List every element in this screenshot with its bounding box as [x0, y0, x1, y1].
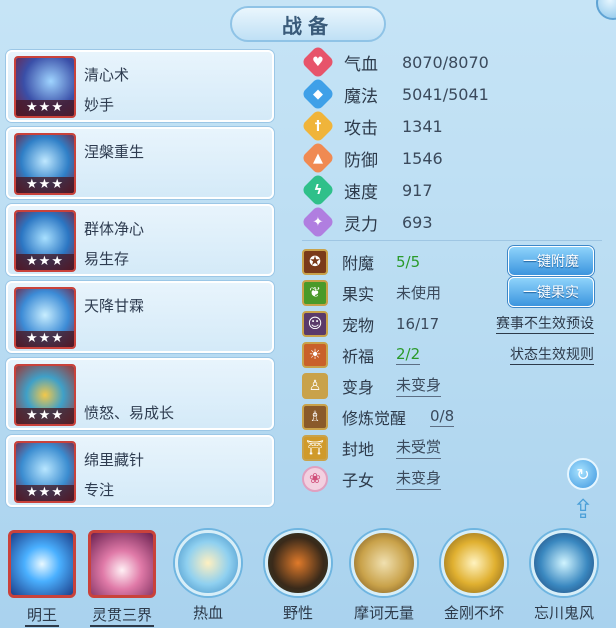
blade-icon: ★★★	[14, 56, 76, 118]
mana-icon: ◆	[301, 77, 335, 111]
treasure-bowl-icon: ★★★	[14, 364, 76, 426]
skill-name: 清心术	[84, 66, 130, 84]
attr-territory: ⛩ 封地 未受赏	[302, 432, 602, 463]
skill-desc: 妙手	[84, 96, 115, 114]
bottom-skill-2[interactable]: 灵贯三界	[82, 530, 162, 627]
sword-icon: †	[301, 109, 335, 143]
bottom-skill-7[interactable]: 忘川鬼风	[524, 530, 604, 623]
fruit-icon: ❦	[302, 279, 328, 306]
share-icon[interactable]: ⇪	[565, 495, 601, 525]
enchant-icon: ✪	[302, 248, 328, 275]
skill-card-2[interactable]: ★★★ 涅槃重生	[6, 127, 274, 199]
stats-panel: ♥ 气血 8070/8070 ◆ 魔法 5041/5041 † 攻击 1341 …	[301, 45, 602, 239]
refresh-icon[interactable]: ↻	[567, 458, 599, 490]
crown-icon: ★★★	[14, 210, 76, 272]
beast-icon	[265, 530, 331, 596]
attr-pet: ☺ 宠物 16/17 赛事不生效预设	[302, 308, 602, 339]
pet-avatar-icon: ☺	[302, 310, 328, 337]
bottom-skill-6[interactable]: 金刚不坏	[434, 530, 514, 623]
skill-card-6[interactable]: ★★★ 绵里藏针 专注	[6, 435, 274, 507]
tournament-preset-link[interactable]: 赛事不生效预设	[496, 313, 594, 334]
monk-icon	[351, 530, 417, 596]
skill-card-3[interactable]: ★★★ 群体净心 易生存	[6, 204, 274, 276]
skill-name: 涅槃重生	[84, 143, 145, 161]
attr-children: ❀ 子女 未变身	[302, 463, 602, 494]
spirit-icon: ✦	[301, 205, 335, 239]
skill-name: 天降甘霖	[84, 297, 145, 315]
attr-transform: ♙ 变身 未变身	[302, 370, 602, 401]
temple-light-icon	[88, 530, 156, 598]
corner-orb-icon	[596, 0, 616, 20]
bottom-skill-bar: 明王 灵贯三界 热血 野性 摩诃无量 金刚不坏 忘川鬼风	[0, 530, 616, 628]
page-title: 战备	[230, 6, 386, 42]
speed-icon: ϟ	[301, 173, 335, 207]
attr-blessing: ☀ 祈福 2/2 状态生效规则	[302, 339, 602, 370]
attr-awaken: ♗ 修炼觉醒 0/8	[302, 401, 602, 432]
gate-icon: ⛩	[302, 434, 328, 461]
lotus-icon: ❀	[302, 465, 328, 492]
attr-enchant: ✪ 附魔 5/5 一键附魔	[302, 246, 602, 277]
stat-hp: ♥ 气血 8070/8070	[301, 45, 602, 79]
warrior-icon	[175, 530, 241, 596]
phoenix-crown-icon: ★★★	[14, 133, 76, 195]
ghost-wind-icon	[531, 530, 597, 596]
skill-desc: 愤怒、易成长	[84, 404, 175, 422]
skill-card-1[interactable]: ★★★ 清心术 妙手	[6, 50, 274, 122]
one-click-enchant-button[interactable]: 一键附魔	[508, 246, 594, 276]
bottom-skill-3[interactable]: 热血	[168, 530, 248, 623]
stat-attack: † 攻击 1341	[301, 109, 602, 143]
transform-icon: ♙	[302, 372, 328, 399]
skill-card-5[interactable]: ★★★ 愤怒、易成长	[6, 358, 274, 430]
shield-icon: ▲	[301, 141, 335, 175]
skill-card-4[interactable]: ★★★ 天降甘霖	[6, 281, 274, 353]
stat-speed: ϟ 速度 917	[301, 173, 602, 207]
golden-guardian-icon	[441, 530, 507, 596]
bottom-skill-5[interactable]: 摩诃无量	[344, 530, 424, 623]
skill-desc: 专注	[84, 481, 115, 499]
status-rules-link[interactable]: 状态生效规则	[510, 344, 594, 365]
heart-icon: ♥	[301, 45, 335, 79]
skill-list: ★★★ 清心术 妙手 ★★★ 涅槃重生 ★★★ 群体净心 易生存 ★★★ 天降甘…	[6, 50, 274, 512]
one-click-fruit-button[interactable]: 一键果实	[508, 277, 594, 307]
meditation-icon: ♗	[302, 403, 328, 430]
skill-name: 群体净心	[84, 220, 145, 238]
bottom-skill-4[interactable]: 野性	[258, 530, 338, 623]
rain-icon: ★★★	[14, 287, 76, 349]
skill-desc: 易生存	[84, 250, 130, 268]
stat-mp: ◆ 魔法 5041/5041	[301, 77, 602, 111]
bottom-skill-1[interactable]: 明王	[2, 530, 82, 627]
needle-icon: ★★★	[14, 441, 76, 503]
skill-name: 绵里藏针	[84, 451, 145, 469]
stat-defense: ▲ 防御 1546	[301, 141, 602, 175]
stat-spirit: ✦ 灵力 693	[301, 205, 602, 239]
attribute-list: ✪ 附魔 5/5 一键附魔 ❦ 果实 未使用 一键果实 ☺ 宠物 16/17 赛…	[302, 246, 602, 494]
blessing-icon: ☀	[302, 341, 328, 368]
attr-fruit: ❦ 果实 未使用 一键果实	[302, 277, 602, 308]
divider	[302, 240, 602, 241]
light-orb-icon	[8, 530, 76, 598]
